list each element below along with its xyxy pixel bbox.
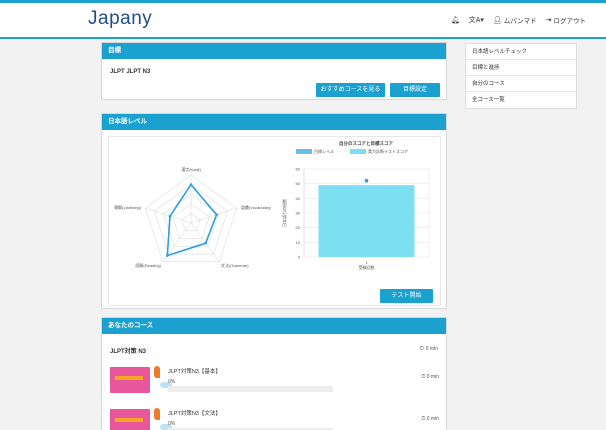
legend-label-target: 目標レベル xyxy=(314,148,334,154)
your-courses-panel: あなたのコース JLPT対策 N3 🕓︎ 0 min JLPT対策N3【基本】 0… xyxy=(101,317,447,430)
header-nav: 🔔︎ 文A▾ 👤︎ ムパンマド ⇥ ログアウト xyxy=(451,15,586,25)
y-tick-label: 50 xyxy=(296,181,301,186)
course-group-title[interactable]: JLPT対策 N3 xyxy=(110,346,146,355)
level-charts: 漢字(Kanji) 語彙(Vocabulary) 文法(Grammar) 読解(Rea… xyxy=(108,136,441,306)
legend-label-score: 実力診断テストスコア xyxy=(368,148,408,154)
radar-axis-label: 文法(Grammar) xyxy=(221,262,249,268)
japanese-level-panel: 日本語レベル 漢字(Kanji) 語彙(Vocabulary) 文法(Grammar… xyxy=(101,113,447,309)
radar-point xyxy=(189,183,193,186)
logo[interactable]: Japany xyxy=(88,8,152,30)
target-point xyxy=(364,178,369,183)
course-group-time: 🕓︎ 0 min xyxy=(419,346,438,352)
score-bar-chart: 自分のスコアと目標スコア目標レベル 実力診断テストスコア 0 10 20 30 40 50 60… xyxy=(281,140,430,270)
radar-chart: 漢字(Kanji) 語彙(Vocabulary) 文法(Grammar) 読解(Rea… xyxy=(114,166,271,268)
start-test-button[interactable]: テスト開始 xyxy=(380,289,433,303)
top-navbar: Japany 🔔︎ 文A▾ 👤︎ ムパンマド ⇥ ログアウト xyxy=(0,0,606,39)
radar-point xyxy=(204,241,207,245)
course-thumbnail xyxy=(110,409,150,430)
goal-text: JLPT JLPT N3 xyxy=(110,69,151,75)
course-item-progress: 0% xyxy=(168,379,176,385)
logout-label: ログアウト xyxy=(553,18,587,25)
notification-button[interactable]: 🔔︎ xyxy=(451,16,460,24)
course-thumbnail xyxy=(110,367,150,393)
legend-swatch-score xyxy=(350,149,366,154)
radar-axis-label: 語彙(Vocabulary) xyxy=(241,204,271,210)
sidebar-item-goals[interactable]: 目標と進捗 xyxy=(466,60,576,76)
course-item-time: 🕓︎ 0 min xyxy=(421,374,439,380)
user-name: ムパンマド xyxy=(503,18,537,25)
y-tick-label: 20 xyxy=(296,225,301,230)
progress-bar xyxy=(168,386,333,392)
course-item[interactable]: JLPT対策N3【基本】 0% 🕓︎ 0 min xyxy=(108,364,441,396)
course-item-progress: 0% xyxy=(168,421,176,427)
y-tick-label: 10 xyxy=(296,240,301,245)
legend-swatch-target xyxy=(296,149,312,154)
courses-header: あなたのコース xyxy=(102,318,446,334)
language-icon: 文A▾ xyxy=(468,17,484,24)
course-item[interactable]: JLPT対策N3【文法】 0% 🕓︎ 0 min xyxy=(108,406,441,430)
bell-icon: 🔔︎ xyxy=(450,17,460,24)
language-button[interactable]: 文A▾ xyxy=(469,15,484,25)
chart-title: 自分のスコアと目標スコア xyxy=(339,140,393,147)
set-goal-button[interactable]: 目標設定 xyxy=(390,83,440,97)
radar-axis-label: 聴解(Listening) xyxy=(114,204,141,210)
sidebar-item-my-courses[interactable]: 自分のコース xyxy=(466,76,576,92)
radar-axis-label: 読解(Reading) xyxy=(135,262,161,268)
y-tick-label: 30 xyxy=(296,211,301,216)
y-tick-label: 40 xyxy=(296,196,301,201)
logout-button[interactable]: ⇥ ログアウト xyxy=(546,15,586,25)
level-header: 日本語レベル xyxy=(102,114,446,130)
course-item-time: 🕓︎ 0 min xyxy=(421,416,439,422)
y-tick-label: 0 xyxy=(298,255,301,260)
flag-icon xyxy=(154,366,160,378)
logout-icon: ⇥ xyxy=(545,17,552,24)
radar-spoke xyxy=(145,207,192,224)
y-tick-label: 60 xyxy=(296,167,301,172)
sidebar-item-all-courses[interactable]: 全コース一覧 xyxy=(466,92,576,108)
radar-point xyxy=(168,214,172,218)
score-bar xyxy=(318,185,415,257)
goal-header: 目標 xyxy=(102,43,446,59)
sidebar-item-level-check[interactable]: 日本語レベルチェック xyxy=(466,44,576,60)
recommend-course-button[interactable]: おすすめコースを見る xyxy=(316,83,385,97)
radar-point xyxy=(215,213,218,216)
user-icon: 👤︎ xyxy=(492,17,502,24)
user-menu[interactable]: 👤︎ ムパンマド xyxy=(493,15,537,25)
y-axis-label: 日本語力の指数 xyxy=(281,199,287,227)
radar-point xyxy=(166,254,169,257)
clock-icon: 🕓︎ xyxy=(419,346,424,352)
flag-icon xyxy=(154,408,160,420)
course-item-name: JLPT対策N3【文法】 xyxy=(168,411,221,417)
radar-axis-label: 漢字(Kanji) xyxy=(181,166,201,172)
goal-panel: 目標 JLPT JLPT N3 おすすめコースを見る 目標設定 xyxy=(101,42,447,100)
sidebar-menu: 日本語レベルチェック 目標と進捗 自分のコース 全コース一覧 xyxy=(465,43,577,109)
x-axis-label: 受験回数 xyxy=(359,264,375,270)
course-item-name: JLPT対策N3【基本】 xyxy=(168,369,221,375)
